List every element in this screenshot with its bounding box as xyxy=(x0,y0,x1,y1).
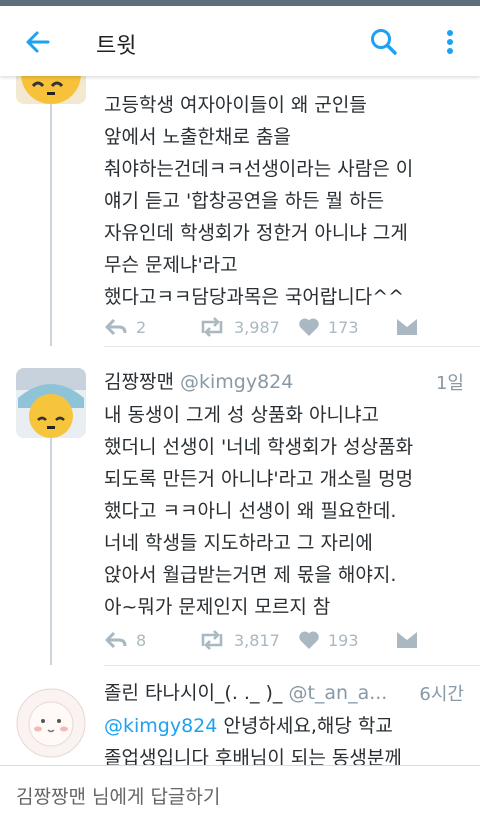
tweet-line-text: 안녕하세요,해당 학교 xyxy=(217,715,393,737)
thread-connector xyxy=(50,432,52,665)
tweet-line: 아~뭐가 문제인지 모르지 참 xyxy=(104,596,331,618)
heart-icon xyxy=(299,318,319,336)
tweet-line: 했다고ㅋㅋ담당과목은 국어랍니다^^ xyxy=(104,286,405,308)
tweet-line: 무슨 문제냐'라고 xyxy=(104,254,238,276)
tweet-line: 되도록 만든거 아니냐'라고 개소릴 멍멍 xyxy=(104,468,414,490)
dm-button[interactable] xyxy=(396,317,418,337)
tweet-line: 내 동생이 그게 성 상품화 아니냐고 xyxy=(104,404,379,426)
tweet-header: 졸린 타나시이_(. ._ )_ @t_an_a... xyxy=(104,680,404,706)
direct-message-icon xyxy=(397,632,417,648)
tweet-header: 김짱짱맨 @kimgy824 xyxy=(104,369,474,395)
search-icon[interactable] xyxy=(368,26,400,58)
retweet-icon xyxy=(201,317,223,337)
reply-count: 2 xyxy=(136,317,147,337)
retweet-count: 3,817 xyxy=(234,630,280,650)
tweet-item[interactable]: 김짱짱맨 @kimgy824 1일 내 동생이 그게 성 상품화 아니냐고 했더… xyxy=(0,347,480,665)
tweet-line: @kimgy824 안녕하세요,해당 학교 xyxy=(104,710,474,742)
direct-message-icon xyxy=(397,319,417,335)
like-button[interactable]: 193 xyxy=(298,630,359,650)
tweet-line: 했더니 선생이 '너네 학생회가 성상품화 xyxy=(104,436,414,458)
tweet-line: 앉아서 월급받는거면 제 몫을 해야지. xyxy=(104,564,397,586)
app-bar: 트윗 xyxy=(0,6,480,76)
tweet-time: 1일 xyxy=(435,373,464,394)
tweet-line: 고등학생 여자아이들이 왜 군인들 xyxy=(104,94,367,116)
user-handle[interactable]: @kimgy824 xyxy=(180,371,293,393)
user-avatar[interactable] xyxy=(16,368,86,438)
mention-link[interactable]: @kimgy824 xyxy=(104,715,217,737)
dm-button[interactable] xyxy=(396,630,418,650)
tweet-body: 김짱짱맨 @kimgy824 1일 내 동생이 그게 성 상품화 아니냐고 했더… xyxy=(104,369,474,623)
user-handle[interactable]: @t_an_a... xyxy=(288,682,387,704)
tweet-time: 6시간 xyxy=(419,684,464,705)
more-vertical-icon[interactable] xyxy=(438,26,462,58)
reply-count: 8 xyxy=(136,630,147,650)
retweet-icon xyxy=(201,630,223,650)
reply-composer[interactable]: 김짱짱맨 님에게 답글하기 xyxy=(0,765,480,825)
tweet-actions: 8 3,817 193 xyxy=(104,630,434,654)
retweet-count: 3,987 xyxy=(234,317,280,337)
tweet-line: 졸업생입니다 후배님이 되는 동생분께 xyxy=(104,747,402,765)
like-button[interactable]: 173 xyxy=(298,317,359,337)
tweet-body: 졸린 타나시이_(. ._ )_ @t_an_a... 6시간 @kimgy82… xyxy=(104,680,474,765)
like-count: 193 xyxy=(328,630,359,650)
tweet-line: 너네 학생들 지도하라고 그 자리에 xyxy=(104,532,373,554)
page-title: 트윗 xyxy=(96,34,137,59)
like-count: 173 xyxy=(328,317,359,337)
reply-button[interactable]: 2 xyxy=(104,317,146,337)
retweet-button[interactable]: 3,817 xyxy=(198,630,280,650)
tweet-line: 얘기 듣고 '합창공연을 하든 뭘 하든 xyxy=(104,190,385,212)
tweet-line: 춰야하는건데ㅋㅋ선생이라는 사람은 이 xyxy=(104,158,414,180)
tweet-line: 자유인데 학생회가 정한거 아니냐 그게 xyxy=(104,222,408,244)
reply-button[interactable]: 8 xyxy=(104,630,146,650)
tweet-item[interactable]: 고등학생 여자아이들이 왜 군인들 앞에서 노출한채로 춤을 춰야하는건데ㅋㅋ선… xyxy=(0,76,480,346)
reply-input-placeholder[interactable]: 김짱짱맨 님에게 답글하기 xyxy=(16,782,220,809)
tweet-body: 고등학생 여자아이들이 왜 군인들 앞에서 노출한채로 춤을 춰야하는건데ㅋㅋ선… xyxy=(104,89,474,313)
back-arrow-icon[interactable] xyxy=(22,26,54,58)
tweet-actions: 2 3,987 173 xyxy=(104,317,434,341)
tweet-line: 앞에서 노출한채로 춤을 xyxy=(104,126,291,148)
user-name[interactable]: 졸린 타나시이_(. ._ )_ xyxy=(104,682,282,704)
user-avatar[interactable] xyxy=(16,76,86,104)
reply-icon xyxy=(105,631,127,649)
heart-icon xyxy=(299,631,319,649)
thread-connector xyxy=(50,76,52,346)
tweet-line: 했다고 ㅋㅋ아니 선생이 왜 필요한데. xyxy=(104,500,397,522)
user-avatar[interactable] xyxy=(16,688,86,758)
retweet-button[interactable]: 3,987 xyxy=(198,317,280,337)
tweet-item[interactable]: 졸린 타나시이_(. ._ )_ @t_an_a... 6시간 @kimgy82… xyxy=(0,666,480,765)
user-name[interactable]: 김짱짱맨 xyxy=(104,371,174,393)
tweet-thread[interactable]: 고등학생 여자아이들이 왜 군인들 앞에서 노출한채로 춤을 춰야하는건데ㅋㅋ선… xyxy=(0,76,480,765)
reply-icon xyxy=(105,318,127,336)
